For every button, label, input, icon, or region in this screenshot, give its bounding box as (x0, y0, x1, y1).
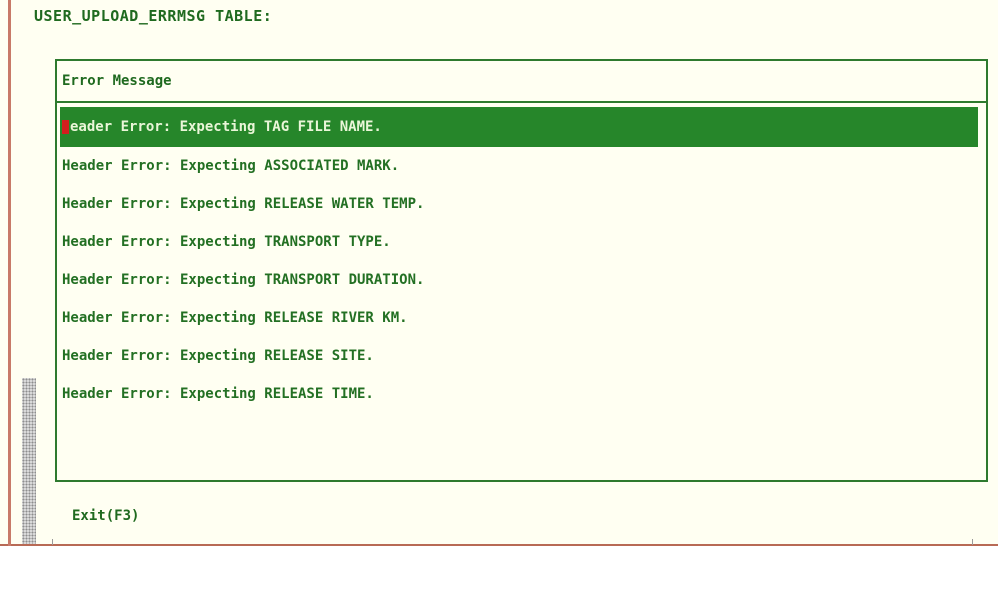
row-message: Header Error: Expecting TRANSPORT DURATI… (62, 272, 425, 288)
row-message: Header Error: Expecting RELEASE WATER TE… (62, 196, 425, 212)
table-row-selected[interactable]: eader Error: Expecting TAG FILE NAME. (60, 107, 978, 147)
bottom-border-tick (972, 539, 973, 545)
table-row[interactable]: Header Error: Expecting RELEASE TIME. (57, 375, 986, 413)
column-header-error-message: Error Message (57, 61, 986, 103)
exit-f3-key[interactable]: Exit(F3) (72, 508, 139, 524)
table-row[interactable]: Header Error: Expecting TRANSPORT DURATI… (57, 261, 986, 299)
bottom-border-tick (52, 539, 53, 545)
table-row[interactable]: Header Error: Expecting TRANSPORT TYPE. (57, 223, 986, 261)
row-message: Header Error: Expecting TRANSPORT TYPE. (62, 234, 391, 250)
row-message: eader Error: Expecting TAG FILE NAME. (70, 119, 382, 135)
row-message: Header Error: Expecting RELEASE RIVER KM… (62, 310, 408, 326)
table-row[interactable]: Header Error: Expecting RELEASE SITE. (57, 337, 986, 375)
table-row[interactable]: Header Error: Expecting RELEASE RIVER KM… (57, 299, 986, 337)
table-row[interactable]: Header Error: Expecting RELEASE WATER TE… (57, 185, 986, 223)
window-left-border (8, 0, 11, 546)
row-message: Header Error: Expecting RELEASE TIME. (62, 386, 374, 402)
row-message: Header Error: Expecting RELEASE SITE. (62, 348, 374, 364)
error-message-table: Error Message eader Error: Expecting TAG… (55, 59, 988, 482)
window-title: USER_UPLOAD_ERRMSG TABLE: (34, 7, 273, 25)
table-row[interactable]: Header Error: Expecting ASSOCIATED MARK. (57, 147, 986, 185)
scrollbar-stipple[interactable] (22, 378, 36, 544)
text-cursor (62, 120, 69, 134)
app-window: USER_UPLOAD_ERRMSG TABLE: Error Message … (0, 0, 998, 546)
row-message: Header Error: Expecting ASSOCIATED MARK. (62, 158, 400, 174)
